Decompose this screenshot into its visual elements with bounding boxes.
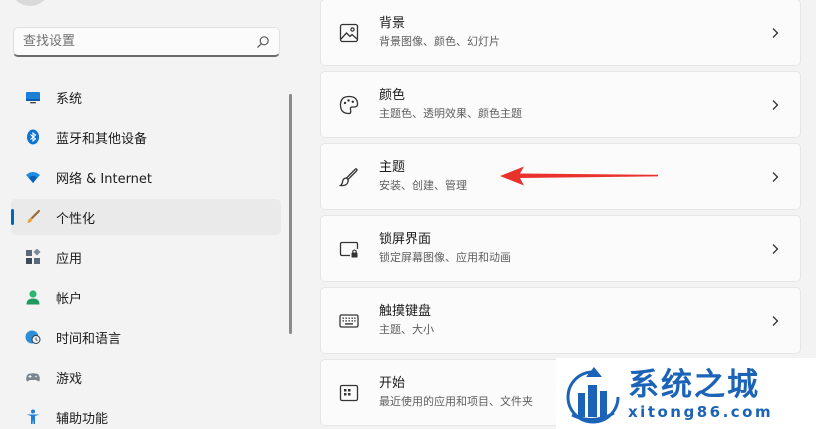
image-icon [339,23,359,42]
paintbrush-icon [27,209,41,223]
card-colors[interactable]: 颜色 主题色、透明效果、颜色主题 [320,71,801,138]
sidebar-nav: 系统 蓝牙和其他设备 网络 & Internet 个性化 应用 帐户 时间和语言… [11,79,281,429]
sidebar-item-label: 帐户 [56,291,83,307]
sidebar-item-label: 时间和语言 [56,331,122,347]
chevron-right-icon [772,171,779,182]
lock-screen-icon [339,241,359,257]
search-box[interactable] [13,27,280,57]
chevron-right-icon [772,99,779,110]
sidebar-item-apps[interactable]: 应用 [11,239,281,275]
start-menu-icon [339,384,359,401]
brush-icon [338,167,358,186]
sidebar-item-network[interactable]: 网络 & Internet [11,159,281,195]
card-subtitle: 主题色、透明效果、颜色主题 [379,107,522,120]
sidebar-item-label: 个性化 [56,211,96,227]
apps-icon [26,249,41,264]
sidebar-item-gaming[interactable]: 游戏 [11,359,281,395]
person-icon [26,290,40,305]
card-subtitle: 锁定屏幕图像、应用和动画 [379,251,511,264]
sidebar-item-system[interactable]: 系统 [11,79,281,115]
watermark-url: xitong86.com [628,402,774,421]
card-subtitle: 背景图像、颜色、幻灯片 [379,35,500,48]
chevron-right-icon [772,27,779,38]
gamepad-icon [26,373,40,382]
accessibility-icon [26,409,40,424]
castle-logo-icon [566,366,620,423]
search-input[interactable] [23,34,256,49]
sidebar-item-personalization[interactable]: 个性化 [11,199,281,235]
sidebar-item-label: 游戏 [56,371,83,387]
card-subtitle: 主题、大小 [379,323,434,336]
sidebar-item-label: 辅助功能 [56,411,109,427]
sidebar-item-bluetooth[interactable]: 蓝牙和其他设备 [11,119,281,155]
annotation-arrow [500,166,658,186]
monitor-icon [26,92,40,104]
sidebar-item-label: 蓝牙和其他设备 [56,131,148,147]
chevron-right-icon [772,243,779,254]
wifi-icon [26,172,40,183]
sidebar-scrollbar[interactable] [289,94,292,334]
globe-clock-icon [25,330,41,344]
card-title: 背景 [379,16,406,31]
search-icon[interactable] [256,35,270,49]
sidebar-item-time-language[interactable]: 时间和语言 [11,319,281,355]
bluetooth-icon [27,129,39,145]
avatar[interactable] [10,0,50,6]
sidebar-item-accessibility[interactable]: 辅助功能 [11,399,281,429]
card-lock-screen[interactable]: 锁屏界面 锁定屏幕图像、应用和动画 [320,215,801,282]
card-title: 触摸键盘 [379,304,432,319]
card-title: 锁屏界面 [379,232,432,247]
sidebar-item-label: 网络 & Internet [56,171,153,187]
card-background[interactable]: 背景 背景图像、颜色、幻灯片 [320,0,801,66]
keyboard-icon [339,313,359,328]
watermark: 系统之城 xitong86.com [556,358,816,429]
palette-icon [339,95,359,114]
sidebar-item-label: 应用 [56,251,83,267]
chevron-right-icon [772,315,779,326]
sidebar-item-label: 系统 [56,91,83,107]
card-touch-keyboard[interactable]: 触摸键盘 主题、大小 [320,287,801,354]
card-title: 颜色 [379,88,406,103]
sidebar-item-accounts[interactable]: 帐户 [11,279,281,315]
watermark-title: 系统之城 [628,366,760,403]
